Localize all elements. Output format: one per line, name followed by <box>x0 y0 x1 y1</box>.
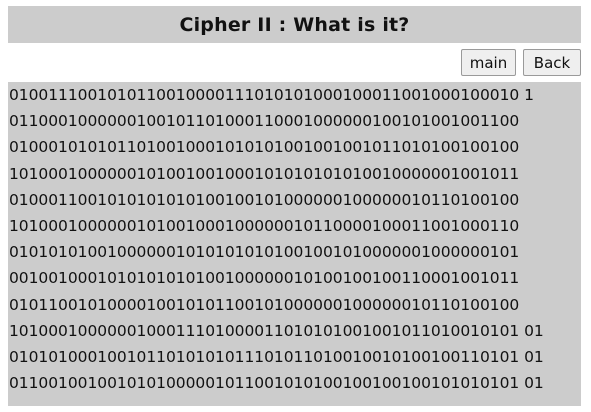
cipher-text-panel: 0100111001010110010000111010101000100011… <box>8 82 581 406</box>
cipher-line: 0100011001010101010100100101000000100000… <box>9 190 520 209</box>
cipher-line: 0101010001001011010101011101011010010010… <box>9 347 544 366</box>
cipher-line: 1010001000000101001001000101010101010010… <box>9 164 520 183</box>
cipher-line: 0110001000000100101101000110001000000100… <box>9 112 520 131</box>
cipher-line: 0101010100100000010101010101001001010000… <box>9 243 520 262</box>
cipher-line: 0110010010010101000001011001010100100100… <box>9 374 544 393</box>
back-button[interactable]: Back <box>523 49 581 76</box>
main-button[interactable]: main <box>461 49 516 76</box>
cipher-line: 0101100101000010010101100101000000100000… <box>9 295 520 314</box>
cipher-line: 1010001000000100011101000011010101001001… <box>9 321 544 340</box>
cipher-line: 0100010101011010010001010101001001001011… <box>9 138 520 157</box>
cipher-line: 0100111001010110010000111010101000100011… <box>9 86 534 104</box>
title-bar: Cipher II : What is it? <box>8 6 581 43</box>
cipher-line: 1010001000000101001000100000010110000100… <box>9 216 520 235</box>
page-title: Cipher II : What is it? <box>179 13 410 36</box>
cipher-line: 0010010001010101010100100000010100100100… <box>9 269 520 288</box>
